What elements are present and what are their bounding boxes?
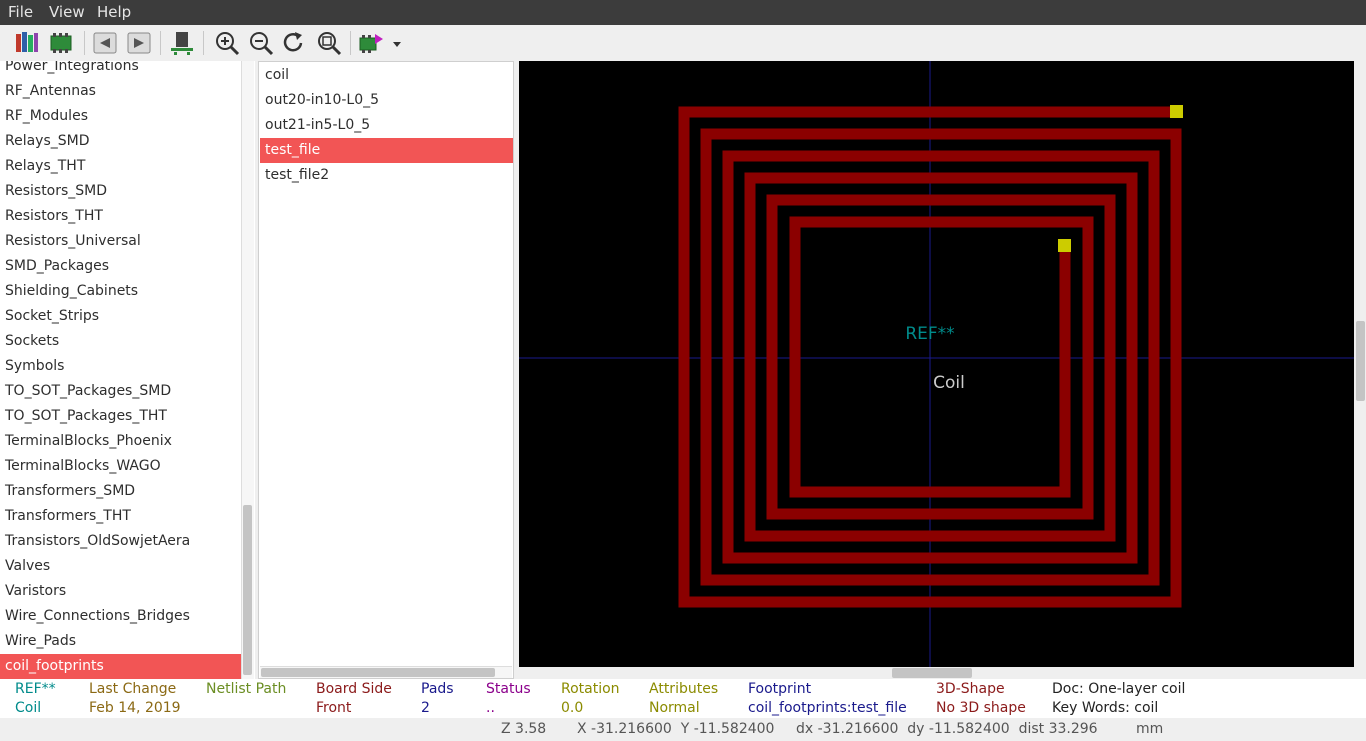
attributes-label: Attributes bbox=[649, 681, 719, 697]
library-item[interactable]: RF_Antennas bbox=[0, 79, 241, 104]
next-arrow-icon[interactable] bbox=[125, 29, 153, 57]
footprint-canvas[interactable]: REF** Coil bbox=[519, 61, 1354, 667]
menu-help[interactable]: Help bbox=[97, 3, 131, 21]
pad-1[interactable] bbox=[1170, 105, 1183, 118]
attributes-value: Normal bbox=[649, 700, 700, 716]
ref-value: Coil bbox=[15, 700, 42, 716]
footprint-list: coil out20-in10-L0_5 out21-in5-L0_5 test_fi… bbox=[258, 61, 514, 679]
footprint-preview-icon[interactable] bbox=[168, 29, 196, 57]
menu-view[interactable]: View bbox=[49, 3, 85, 21]
pads-label: Pads bbox=[421, 681, 454, 697]
insert-footprint-icon[interactable] bbox=[357, 29, 385, 57]
shape3d-value: No 3D shape bbox=[936, 700, 1026, 716]
library-item[interactable]: SMD_Packages bbox=[0, 254, 241, 279]
cursor-delta-readout: dx -31.216600 dy -11.582400 dist 33.296 bbox=[796, 721, 1098, 737]
library-item[interactable]: Wire_Connections_Bridges bbox=[0, 604, 241, 629]
library-item[interactable]: Transformers_SMD bbox=[0, 479, 241, 504]
library-item[interactable]: Symbols bbox=[0, 354, 241, 379]
library-item[interactable]: Relays_SMD bbox=[0, 129, 241, 154]
status-value: .. bbox=[486, 700, 495, 716]
canvas-drawing[interactable]: REF** Coil bbox=[519, 61, 1354, 667]
library-item[interactable]: Valves bbox=[0, 554, 241, 579]
board-side-value: Front bbox=[316, 700, 352, 716]
value-text[interactable]: Coil bbox=[933, 373, 965, 393]
footprint-label: Footprint bbox=[748, 681, 812, 697]
library-list: Power_Integrations RF_Antennas RF_Modules R… bbox=[0, 61, 255, 679]
reference-text[interactable]: REF** bbox=[905, 324, 954, 344]
pad-2[interactable] bbox=[1058, 239, 1071, 252]
library-item[interactable]: RF_Modules bbox=[0, 104, 241, 129]
library-item[interactable]: TerminalBlocks_WAGO bbox=[0, 454, 241, 479]
library-item[interactable]: Resistors_THT bbox=[0, 204, 241, 229]
cursor-xy-readout: X -31.216600 Y -11.582400 bbox=[577, 721, 775, 737]
library-scrollbar-thumb[interactable] bbox=[243, 505, 252, 675]
doc-label: Doc: One-layer coil bbox=[1052, 681, 1186, 697]
library-item[interactable]: Socket_Strips bbox=[0, 304, 241, 329]
footprint-item[interactable]: out20-in10-L0_5 bbox=[260, 88, 513, 113]
shape3d-label: 3D-Shape bbox=[936, 681, 1005, 697]
library-item[interactable]: Wire_Pads bbox=[0, 629, 241, 654]
zoom-out-icon[interactable] bbox=[247, 29, 275, 57]
pads-value: 2 bbox=[421, 700, 430, 716]
zoom-in-icon[interactable] bbox=[213, 29, 241, 57]
menu-file[interactable]: File bbox=[8, 3, 33, 21]
toolbar bbox=[0, 25, 1366, 61]
library-item[interactable]: Resistors_Universal bbox=[0, 229, 241, 254]
zoom-fit-icon[interactable] bbox=[315, 29, 343, 57]
rotation-value: 0.0 bbox=[561, 700, 584, 716]
redraw-icon[interactable] bbox=[280, 29, 308, 57]
footprint-item[interactable]: coil bbox=[260, 63, 513, 88]
library-item[interactable]: TO_SOT_Packages_SMD bbox=[0, 379, 241, 404]
library-item[interactable]: Shielding_Cabinets bbox=[0, 279, 241, 304]
footprint-item[interactable]: test_file2 bbox=[260, 163, 513, 188]
zoom-readout: Z 3.58 bbox=[501, 721, 547, 737]
footprint-item[interactable]: out21-in5-L0_5 bbox=[260, 113, 513, 138]
footprint-item[interactable]: test_file bbox=[260, 138, 513, 163]
rotation-label: Rotation bbox=[561, 681, 620, 697]
last-change-label: Last Change bbox=[89, 681, 177, 697]
board-side-label: Board Side bbox=[316, 681, 392, 697]
library-item[interactable]: Resistors_SMD bbox=[0, 179, 241, 204]
footprint-hscrollbar-thumb[interactable] bbox=[261, 668, 495, 677]
previous-arrow-icon[interactable] bbox=[91, 29, 119, 57]
last-change-value: Feb 14, 2019 bbox=[89, 700, 181, 716]
library-item[interactable]: TerminalBlocks_Phoenix bbox=[0, 429, 241, 454]
footprint-board-icon[interactable] bbox=[47, 29, 75, 57]
status-label: Status bbox=[486, 681, 531, 697]
dropdown-arrow-icon[interactable] bbox=[390, 29, 404, 57]
canvas-hscrollbar-thumb[interactable] bbox=[892, 668, 972, 678]
library-item[interactable]: Relays_THT bbox=[0, 154, 241, 179]
ref-label: REF** bbox=[15, 681, 56, 697]
library-item[interactable]: Varistors bbox=[0, 579, 241, 604]
menu-bar: File View Help bbox=[0, 0, 1366, 25]
footprint-value: coil_footprints:test_file bbox=[748, 700, 907, 716]
library-item[interactable]: Power_Integrations bbox=[0, 61, 241, 79]
library-item[interactable]: TO_SOT_Packages_THT bbox=[0, 404, 241, 429]
units-readout: mm bbox=[1136, 721, 1164, 737]
library-icon[interactable] bbox=[13, 29, 41, 57]
canvas-vscrollbar-thumb[interactable] bbox=[1356, 321, 1365, 401]
status-bar: Z 3.58 X -31.216600 Y -11.582400 dx -31.… bbox=[0, 718, 1366, 741]
library-item[interactable]: Sockets bbox=[0, 329, 241, 354]
message-panel: REF** Coil Last Change Feb 14, 2019 Netl… bbox=[0, 679, 1366, 718]
keywords-label: Key Words: coil bbox=[1052, 700, 1159, 716]
library-item[interactable]: Transistors_OldSowjetAera bbox=[0, 529, 241, 554]
library-item[interactable]: coil_footprints bbox=[0, 654, 241, 679]
library-item[interactable]: Transformers_THT bbox=[0, 504, 241, 529]
netlist-path-label: Netlist Path bbox=[206, 681, 287, 697]
